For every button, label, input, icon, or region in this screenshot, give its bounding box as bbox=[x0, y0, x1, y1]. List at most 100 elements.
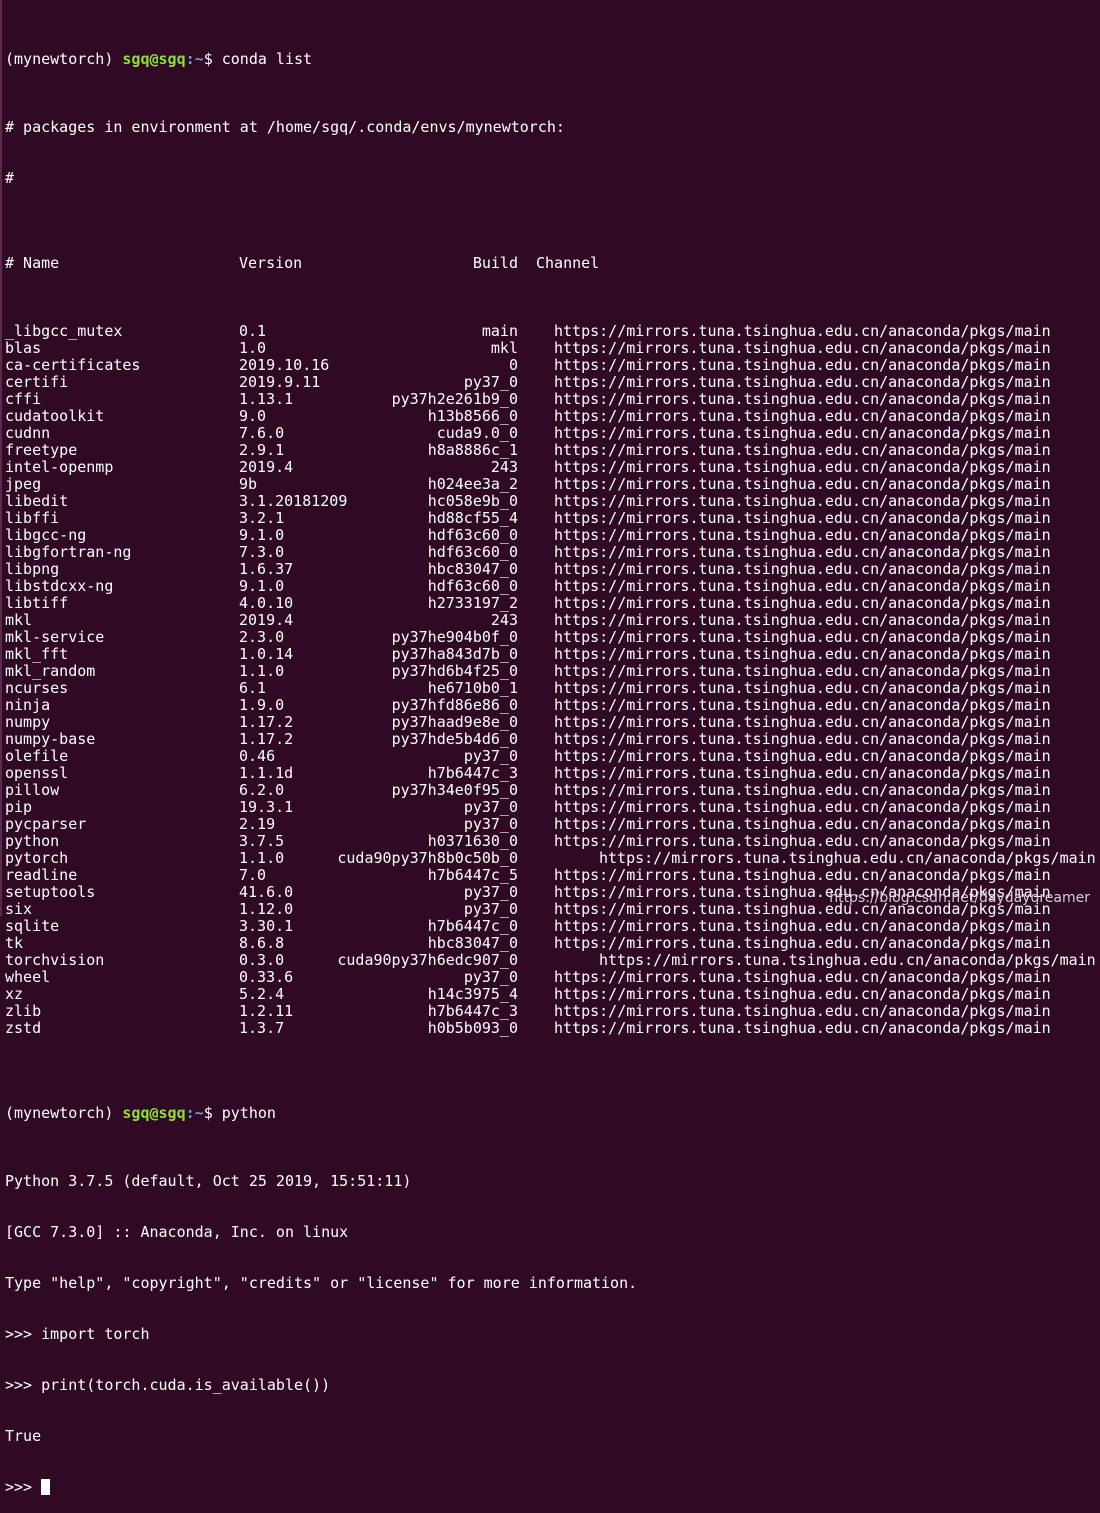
package-channel: https://mirrors.tuna.tsinghua.edu.cn/ana… bbox=[554, 594, 1051, 612]
package-channel: https://mirrors.tuna.tsinghua.edu.cn/ana… bbox=[554, 577, 1051, 595]
package-name: mkl_random bbox=[5, 662, 96, 680]
prompt-line-python: (mynewtorch) sgq@sgq:~$ python bbox=[5, 1105, 1098, 1122]
package-table: _libgcc_mutex 0.1 main https://mirrors.tuna… bbox=[5, 323, 1098, 1037]
package-name: xz bbox=[5, 985, 24, 1003]
table-row: libstdcxx-ng 9.1.0 hdf63c60_0 https://mirro… bbox=[5, 578, 1098, 595]
table-row: sqlite 3.30.1 h7b6447c_0 https://mirrors.tu… bbox=[5, 918, 1098, 935]
package-version: 1.3.7 bbox=[239, 1019, 285, 1037]
package-channel: https://mirrors.tuna.tsinghua.edu.cn/ana… bbox=[554, 781, 1051, 799]
package-version: 9.1.0 bbox=[239, 526, 285, 544]
package-version: 4.0.10 bbox=[239, 594, 294, 612]
package-build: hdf63c60_0 bbox=[427, 577, 518, 595]
package-build: h2733197_2 bbox=[427, 594, 518, 612]
package-channel: https://mirrors.tuna.tsinghua.edu.cn/ana… bbox=[554, 968, 1051, 986]
prompt-path: :~ bbox=[185, 1104, 204, 1122]
package-name: openssl bbox=[5, 764, 69, 782]
package-version: 7.3.0 bbox=[239, 543, 285, 561]
python-output-line: True bbox=[5, 1427, 42, 1445]
package-name: mkl_fft bbox=[5, 645, 69, 663]
table-row: ncurses 6.1 he6710b0_1 https://mirrors.tuna… bbox=[5, 680, 1098, 697]
terminal-output[interactable]: (mynewtorch) sgq@sgq:~$ conda list # pac… bbox=[5, 0, 1098, 1496]
package-version: 1.0 bbox=[239, 339, 267, 357]
package-channel: https://mirrors.tuna.tsinghua.edu.cn/ana… bbox=[554, 458, 1051, 476]
package-name: mkl bbox=[5, 611, 33, 629]
table-row: libgfortran-ng 7.3.0 hdf63c60_0 https://mir… bbox=[5, 544, 1098, 561]
package-build: py37_0 bbox=[463, 373, 518, 391]
package-name: numpy-base bbox=[5, 730, 96, 748]
package-name: libffi bbox=[5, 509, 60, 527]
prompt-env: (mynewtorch) bbox=[5, 1104, 123, 1122]
package-name: pytorch bbox=[5, 849, 69, 867]
package-build: cuda90py37h8b0c50b_0 bbox=[337, 849, 518, 867]
package-build: 0 bbox=[508, 356, 518, 374]
package-version: 3.7.5 bbox=[239, 832, 285, 850]
package-name: libtiff bbox=[5, 594, 69, 612]
package-name: intel-openmp bbox=[5, 458, 114, 476]
package-build: py37_0 bbox=[463, 968, 518, 986]
table-row: numpy 1.17.2 py37haad9e8e_0 https://mirrors… bbox=[5, 714, 1098, 731]
package-name: setuptools bbox=[5, 883, 96, 901]
package-build: hc058e9b_0 bbox=[427, 492, 518, 510]
package-channel: https://mirrors.tuna.tsinghua.edu.cn/ana… bbox=[554, 611, 1051, 629]
package-name: tk bbox=[5, 934, 24, 952]
package-name: ca-certificates bbox=[5, 356, 141, 374]
column-header-channel: Channel bbox=[536, 254, 600, 272]
package-name: libgfortran-ng bbox=[5, 543, 132, 561]
package-version: 41.6.0 bbox=[239, 883, 294, 901]
package-version: 1.12.0 bbox=[239, 900, 294, 918]
package-build: h0b5b093_0 bbox=[427, 1019, 518, 1037]
package-version: 1.17.2 bbox=[239, 713, 294, 731]
repl-input-line[interactable]: >>> bbox=[5, 1479, 1098, 1496]
package-version: 2.9.1 bbox=[239, 441, 285, 459]
package-version: 2019.9.11 bbox=[239, 373, 321, 391]
package-build: h7b6447c_3 bbox=[427, 764, 518, 782]
package-build: h8a8886c_1 bbox=[427, 441, 518, 459]
package-name: mkl-service bbox=[5, 628, 105, 646]
package-channel: https://mirrors.tuna.tsinghua.edu.cn/ana… bbox=[554, 662, 1051, 680]
package-name: blas bbox=[5, 339, 42, 357]
package-channel: https://mirrors.tuna.tsinghua.edu.cn/ana… bbox=[554, 509, 1051, 527]
package-channel: https://mirrors.tuna.tsinghua.edu.cn/ana… bbox=[554, 441, 1051, 459]
package-channel: https://mirrors.tuna.tsinghua.edu.cn/ana… bbox=[554, 492, 1051, 510]
package-build: py37_0 bbox=[463, 900, 518, 918]
package-name: certifi bbox=[5, 373, 69, 391]
package-name: libgcc-ng bbox=[5, 526, 87, 544]
package-build: hd88cf55_4 bbox=[427, 509, 518, 527]
package-channel: https://mirrors.tuna.tsinghua.edu.cn/ana… bbox=[554, 815, 1051, 833]
python-output-line: >>> print(torch.cuda.is_available()) bbox=[5, 1376, 331, 1394]
package-name: torchvision bbox=[5, 951, 105, 969]
package-build: mkl bbox=[490, 339, 518, 357]
package-version: 3.2.1 bbox=[239, 509, 285, 527]
package-name: numpy bbox=[5, 713, 51, 731]
table-row: blas 1.0 mkl https://mirrors.tuna.tsinghua.… bbox=[5, 340, 1098, 357]
package-channel: https://mirrors.tuna.tsinghua.edu.cn/ana… bbox=[554, 764, 1051, 782]
package-channel: https://mirrors.tuna.tsinghua.edu.cn/ana… bbox=[554, 645, 1051, 663]
package-build: py37h34e0f95_0 bbox=[391, 781, 518, 799]
prompt-symbol: $ bbox=[203, 50, 222, 68]
package-channel: https://mirrors.tuna.tsinghua.edu.cn/ana… bbox=[554, 679, 1051, 697]
package-name: ninja bbox=[5, 696, 51, 714]
package-version: 1.2.11 bbox=[239, 1002, 294, 1020]
package-build: cuda90py37h6edc907_0 bbox=[337, 951, 518, 969]
package-channel: https://mirrors.tuna.tsinghua.edu.cn/ana… bbox=[554, 866, 1051, 884]
package-name: readline bbox=[5, 866, 78, 884]
table-header: # Name Version Build Channel bbox=[5, 255, 1098, 272]
package-channel: https://mirrors.tuna.tsinghua.edu.cn/ana… bbox=[599, 849, 1096, 867]
package-build: 243 bbox=[490, 611, 518, 629]
package-build: hdf63c60_0 bbox=[427, 543, 518, 561]
package-name: cudnn bbox=[5, 424, 51, 442]
package-build: h024ee3a_2 bbox=[427, 475, 518, 493]
package-version: 1.13.1 bbox=[239, 390, 294, 408]
package-version: 2019.4 bbox=[239, 458, 294, 476]
package-build: h7b6447c_5 bbox=[427, 866, 518, 884]
prompt-line-conda-list: (mynewtorch) sgq@sgq:~$ conda list bbox=[5, 51, 1098, 68]
package-build: h7b6447c_0 bbox=[427, 917, 518, 935]
package-build: py37_0 bbox=[463, 747, 518, 765]
package-version: 0.1 bbox=[239, 322, 267, 340]
package-channel: https://mirrors.tuna.tsinghua.edu.cn/ana… bbox=[554, 747, 1051, 765]
package-name: python bbox=[5, 832, 60, 850]
table-row: zlib 1.2.11 h7b6447c_3 https://mirrors.tuna… bbox=[5, 1003, 1098, 1020]
package-version: 2019.4 bbox=[239, 611, 294, 629]
package-name: jpeg bbox=[5, 475, 42, 493]
table-row: libtiff 4.0.10 h2733197_2 https://mirrors.t… bbox=[5, 595, 1098, 612]
